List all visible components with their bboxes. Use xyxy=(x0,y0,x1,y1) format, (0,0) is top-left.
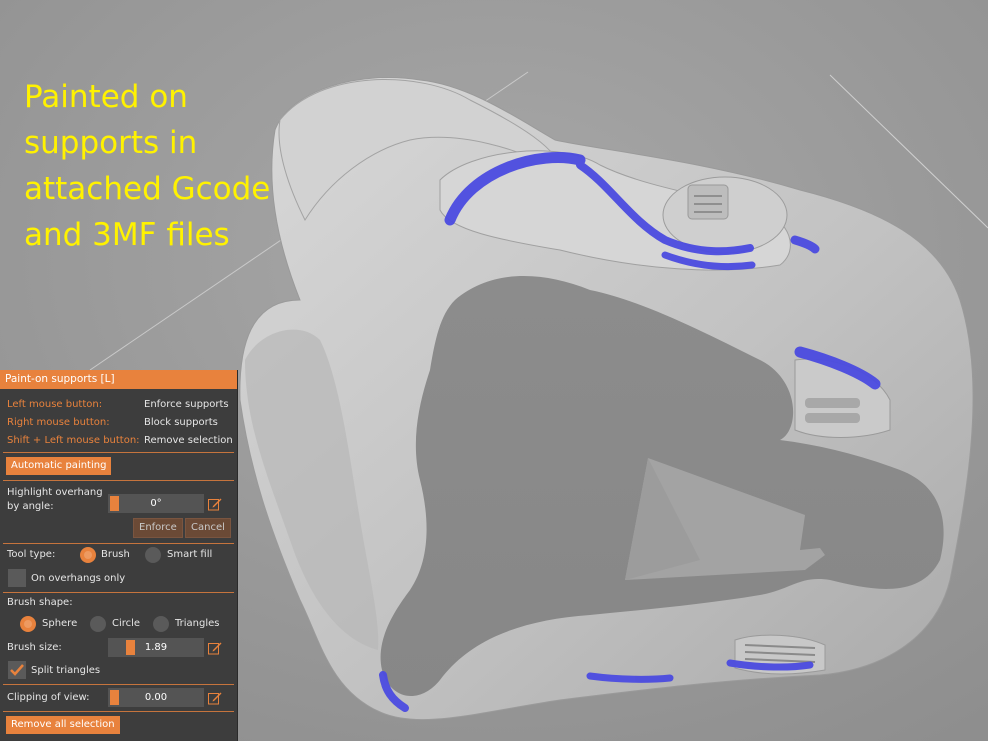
overhang-angle-value: 0° xyxy=(150,498,162,509)
hint-action-left: Enforce supports xyxy=(144,399,229,410)
hint-key-shift: Shift + Left mouse button: xyxy=(7,435,140,446)
highlight-overhang-label-2: by angle: xyxy=(7,501,54,512)
split-triangles-label[interactable]: Split triangles xyxy=(31,665,100,676)
tool-brush-label[interactable]: Brush xyxy=(101,549,130,560)
paint-on-supports-panel: Paint-on supports [L] Left mouse button:… xyxy=(0,370,238,741)
highlight-overhang-label: Highlight overhang xyxy=(7,487,103,498)
checkmark-icon xyxy=(10,664,24,676)
separator xyxy=(3,452,234,453)
hint-key-right: Right mouse button: xyxy=(7,417,110,428)
hint-action-right: Block supports xyxy=(144,417,218,428)
tool-type-label: Tool type: xyxy=(7,549,56,560)
caption-overlay: Painted on supports in attached Gcode an… xyxy=(24,79,271,253)
separator xyxy=(3,711,234,712)
separator xyxy=(3,684,234,685)
tool-smart-fill-radio[interactable] xyxy=(145,547,161,563)
clipping-of-view-label: Clipping of view: xyxy=(7,692,90,703)
automatic-painting-button[interactable]: Automatic painting xyxy=(6,457,112,475)
brush-size-value: 1.89 xyxy=(144,642,168,653)
brush-shape-label: Brush shape: xyxy=(7,597,73,608)
separator xyxy=(3,543,234,544)
edit-icon[interactable] xyxy=(208,497,222,511)
tool-brush-radio[interactable] xyxy=(80,547,96,563)
on-overhangs-only-label[interactable]: On overhangs only xyxy=(31,573,125,584)
edit-icon[interactable] xyxy=(208,691,222,705)
enforce-button[interactable]: Enforce xyxy=(133,518,183,538)
shape-sphere-label[interactable]: Sphere xyxy=(42,618,77,629)
split-triangles-checkbox[interactable] xyxy=(8,661,26,679)
on-overhangs-only-checkbox[interactable] xyxy=(8,569,26,587)
shape-triangles-label[interactable]: Triangles xyxy=(175,618,219,629)
shape-circle-radio[interactable] xyxy=(90,616,106,632)
separator xyxy=(3,592,234,593)
overhang-angle-slider[interactable]: 0° xyxy=(108,494,204,513)
cancel-button[interactable]: Cancel xyxy=(185,518,231,538)
remove-all-selection-button[interactable]: Remove all selection xyxy=(6,716,120,734)
panel-title: Paint-on supports [L] xyxy=(0,370,237,389)
clipping-of-view-value: 0.00 xyxy=(144,692,168,703)
hint-action-shift: Remove selection xyxy=(144,435,233,446)
shape-sphere-radio[interactable] xyxy=(20,616,36,632)
edit-icon[interactable] xyxy=(208,641,222,655)
shape-circle-label[interactable]: Circle xyxy=(112,618,140,629)
shape-triangles-radio[interactable] xyxy=(153,616,169,632)
separator xyxy=(3,480,234,481)
brush-size-slider[interactable]: 1.89 xyxy=(108,638,204,657)
brush-size-label: Brush size: xyxy=(7,642,62,653)
hint-key-left: Left mouse button: xyxy=(7,399,103,410)
tool-smart-fill-label[interactable]: Smart fill xyxy=(167,549,212,560)
clipping-of-view-slider[interactable]: 0.00 xyxy=(108,688,204,707)
